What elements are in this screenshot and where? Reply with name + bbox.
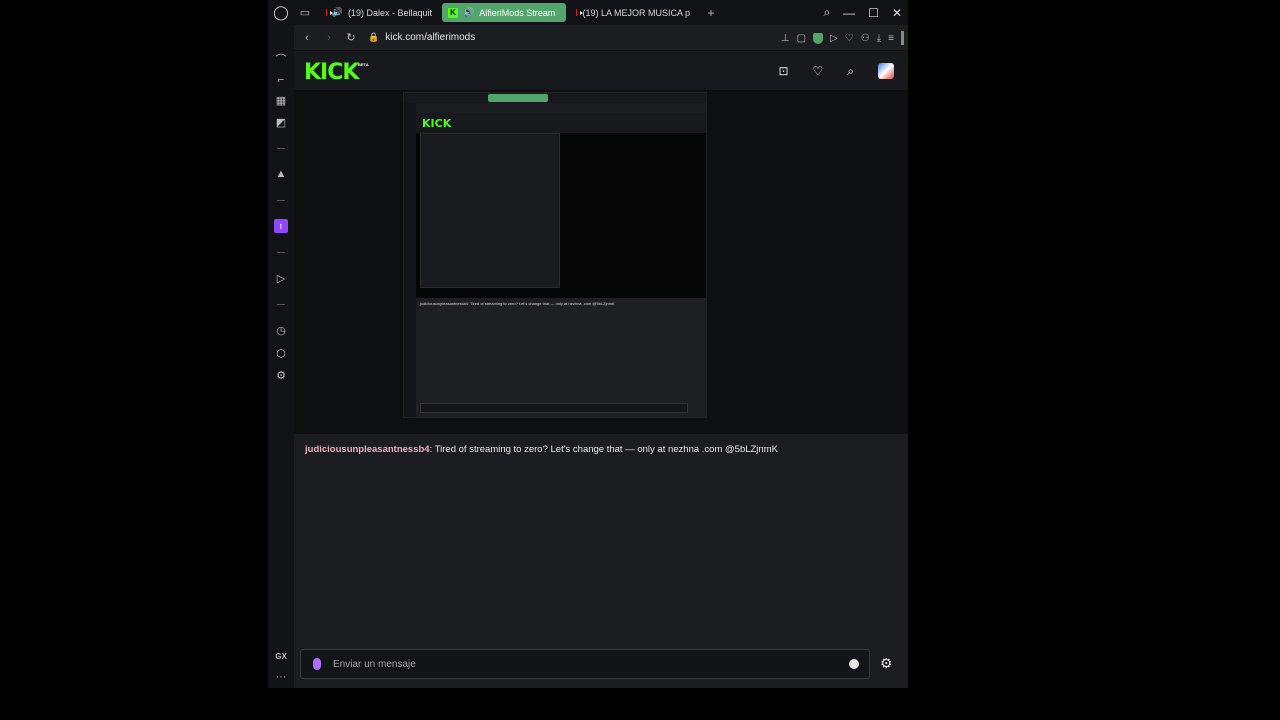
chat-text: Tired of streaming to zero? Let's change… (434, 444, 778, 455)
tab-dalex[interactable]: 🔊 (19) Dalex - Bellaquit (320, 3, 438, 22)
address-bar: ‹ › ↻ 🔒 kick.com/alfierimods ⊥ ▢ ▷ ♡ ⚇ ⤓… (294, 25, 908, 51)
kick-logo[interactable]: KICK (304, 60, 359, 85)
close-button[interactable]: ✕ (892, 6, 902, 20)
search-tabs-icon[interactable]: ⌕ (823, 5, 830, 20)
following-heart-icon[interactable]: ♡ (813, 64, 824, 78)
url-field[interactable]: 🔒 kick.com/alfierimods (368, 32, 475, 43)
speaker-icon[interactable]: 🔊 (463, 7, 474, 18)
sidebar-divider (277, 304, 285, 305)
tab-label: AlfieriMods Stream (479, 7, 556, 18)
gx-corner-icon[interactable]: ⌐ (274, 73, 288, 87)
more-icon[interactable]: ··· (274, 670, 288, 684)
back-icon[interactable]: ‹ (298, 32, 316, 44)
nested-chat-message: judiciousunpleasantnessb4: Tired of stre… (420, 301, 615, 306)
kick-page: KICK BETA ⊡ ♡ ⌕ KICK judiciousunpleasant… (294, 52, 908, 688)
snapshot-icon[interactable]: ▢ (797, 33, 806, 44)
tab-label: (19) LA MEJOR MUSICA p (582, 7, 690, 18)
nested-chat-input (420, 403, 688, 413)
chat-input-box (300, 649, 870, 679)
chat-input[interactable] (333, 658, 833, 670)
nested-header (416, 113, 706, 133)
send-icon[interactable]: ▷ (830, 33, 838, 44)
speaker-icon[interactable]: 🔊 (332, 7, 343, 18)
video-player[interactable]: KICK judiciousunpleasantnessb4: Tired of… (294, 90, 908, 434)
header-actions: ⊡ ♡ ⌕ (778, 52, 894, 90)
twitch-icon[interactable]: t (274, 219, 288, 233)
url-text[interactable]: kick.com/alfierimods (385, 32, 475, 43)
heart-icon[interactable]: ♡ (845, 33, 854, 44)
tab-label: (19) Dalex - Bellaquit (347, 7, 432, 18)
tab-alfierimods[interactable]: K 🔊 AlfieriMods Stream (442, 3, 566, 22)
sidebar-divider (277, 252, 285, 253)
sidebar-toggle-icon[interactable] (901, 31, 904, 45)
gx-control-icon[interactable]: ⌒ (274, 52, 288, 66)
sidebar-divider (277, 148, 285, 149)
aria-icon[interactable]: ▲ (274, 167, 288, 181)
youtube-icon (576, 9, 587, 16)
opera-menu-icon[interactable]: ◯ (268, 0, 294, 25)
browser-sidebar: ⌒ ⌐ ▦ ◩ ▲ t ▷ ◷ ⬡ ⚙ GX ··· (268, 25, 294, 688)
youtube-icon (326, 9, 332, 16)
chat-message: judiciousunpleasantnessb4: Tired of stre… (305, 444, 778, 455)
browse-icon[interactable]: ⊡ (778, 64, 788, 78)
nested-chat (416, 298, 706, 417)
nested-kick-logo: KICK (422, 117, 452, 130)
menu-icon[interactable]: ≡ (888, 33, 894, 44)
pin-icon[interactable]: ⊥ (781, 33, 790, 44)
forward-icon[interactable]: › (320, 32, 338, 44)
kick-header: KICK BETA ⊡ ♡ ⌕ (294, 52, 908, 90)
chat-username[interactable]: judiciousunpleasantnessb4 (305, 444, 430, 455)
tab-la-mejor-musica[interactable]: (19) LA MEJOR MUSICA p (570, 3, 696, 22)
avatar[interactable] (878, 63, 894, 79)
tab-strip: ◯ ▭ 🔊 (19) Dalex - Bellaquit K 🔊 Alfieri… (268, 0, 908, 25)
gx-label[interactable]: GX (274, 649, 288, 663)
minimize-button[interactable]: — (843, 6, 855, 20)
new-tab-button[interactable]: + (704, 6, 718, 20)
player-icon[interactable]: ◩ (274, 115, 288, 129)
stream-screen-capture: KICK judiciousunpleasantnessb4: Tired of… (403, 92, 707, 418)
microphone-icon[interactable] (313, 658, 321, 670)
nested-tab-strip (404, 93, 706, 103)
nested-sidebar (404, 103, 416, 417)
adblock-shield-icon[interactable] (813, 32, 824, 44)
play-icon[interactable]: ▷ (274, 271, 288, 285)
kick-icon: K (448, 7, 458, 18)
gx-cleaner-icon[interactable]: ▦ (274, 93, 288, 107)
history-icon[interactable]: ◷ (274, 323, 288, 337)
nested-active-tab (488, 94, 548, 102)
chat-panel: judiciousunpleasantnessb4: Tired of stre… (294, 434, 908, 688)
reload-icon[interactable]: ↻ (342, 31, 360, 44)
download-icon[interactable]: ⤓ (877, 33, 881, 44)
settings-icon[interactable]: ⚙ (274, 368, 288, 382)
maximize-button[interactable]: ☐ (868, 6, 879, 20)
nested-address-bar (416, 103, 706, 113)
address-bar-actions: ⊥ ▢ ▷ ♡ ⚇ ⤓ ≡ (781, 25, 904, 51)
sidebar-divider (277, 200, 285, 201)
extensions-icon[interactable]: ⬡ (274, 346, 288, 360)
emoji-icon[interactable] (849, 659, 859, 669)
chat-settings-icon[interactable]: ⚙ (880, 655, 893, 672)
browser-window: ◯ ▭ 🔊 (19) Dalex - Bellaquit K 🔊 Alfieri… (268, 0, 908, 688)
nested-inner-capture (420, 133, 560, 288)
lock-icon: 🔒 (368, 32, 380, 42)
beta-badge: BETA (358, 62, 369, 67)
profile-icon[interactable]: ⚇ (861, 33, 870, 44)
window-controls: ⌕ — ☐ ✕ (823, 0, 902, 25)
workspaces-icon[interactable]: ▭ (294, 0, 316, 25)
search-icon[interactable]: ⌕ (847, 64, 854, 79)
